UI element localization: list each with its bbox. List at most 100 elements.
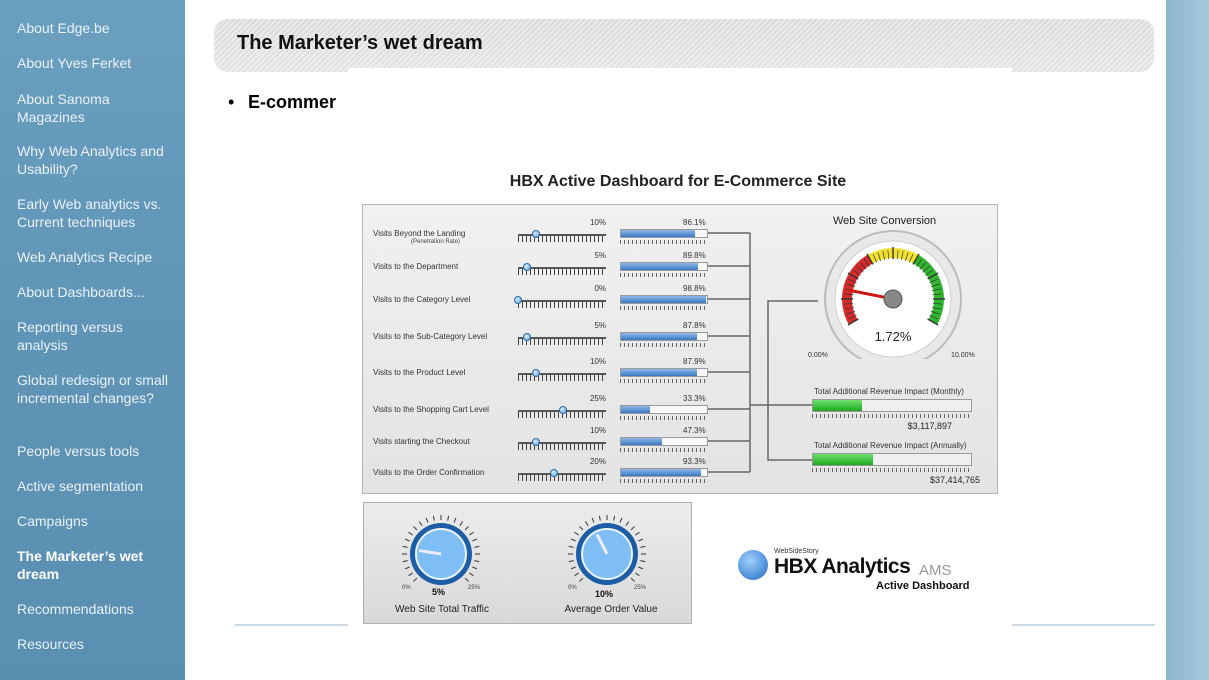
funnel-row-actual-pct: 33.3%: [683, 394, 706, 403]
funnel-row-slider-knob[interactable]: [549, 469, 558, 477]
sidebar-item-about-sanoma[interactable]: About Sanoma Magazines: [17, 91, 177, 126]
knob-tick: [574, 531, 580, 536]
funnel-row-bar-fill: [621, 469, 702, 476]
funnel-row-target-pct: 10%: [589, 426, 606, 435]
knob-tick: [591, 517, 595, 523]
revenue-monthly-fill: [813, 400, 862, 411]
knob-tick: [630, 577, 635, 582]
order-value-knob-max: 25%: [634, 585, 647, 591]
dashboard-title: HBX Active Dashboard for E-Commerce Site: [509, 173, 847, 190]
funnel-row-bar-fill: [621, 406, 650, 413]
order-value-knob-min: 0%: [568, 585, 577, 591]
sidebar-item-why-web-analytics[interactable]: Why Web Analytics and Usability?: [17, 143, 177, 178]
funnel-row-slider-knob[interactable]: [531, 438, 540, 446]
funnel-row-label: Visits to the Department: [373, 262, 459, 271]
slide-canvas: The Marketer’s wet dream • E-commer HBX …: [185, 0, 1166, 680]
sidebar-item-global-redesign[interactable]: Global redesign or small incremental cha…: [17, 372, 177, 407]
funnel-row-actual-pct: 86.1%: [683, 218, 706, 227]
knob-tick: [579, 577, 584, 582]
knob-tick: [402, 545, 408, 548]
funnel-row-target-pct: 0%: [594, 284, 606, 293]
funnel-row-target-pct: 10%: [589, 218, 606, 227]
knob-tick: [413, 577, 418, 582]
sidebar-item-resources[interactable]: Resources: [17, 636, 177, 654]
funnel-row-bar-fill: [621, 263, 699, 270]
knob-tick: [640, 545, 646, 548]
funnel-row-actual-pct: 98.8%: [683, 284, 706, 293]
sidebar-item-campaigns[interactable]: Campaigns: [17, 513, 177, 531]
funnel-row-label: Visits to the Shopping Cart Level: [373, 405, 489, 414]
knob-tick: [464, 577, 469, 582]
sidebar-item-reporting-vs-analysis[interactable]: Reporting versus analysis: [17, 319, 177, 354]
funnel-row-label: Visits starting the Checkout: [373, 437, 470, 446]
sidebar-item-early-web-analytics[interactable]: Early Web analytics vs. Current techniqu…: [17, 196, 177, 231]
bullet-marker: •: [228, 92, 235, 112]
funnel-row-slider-knob[interactable]: [514, 296, 522, 304]
sidebar-item-about-dashboards[interactable]: About Dashboards...: [17, 284, 177, 302]
funnel-row-slider-knob[interactable]: [558, 406, 567, 414]
funnel-row-bar: [620, 295, 708, 304]
knob-tick: [598, 515, 601, 521]
sidebar-item-recommendations[interactable]: Recommendations: [17, 601, 177, 619]
knob-tick: [459, 521, 464, 527]
funnel-row-bar: [620, 262, 708, 271]
funnel-row-target-pct: 5%: [594, 321, 606, 330]
funnel-row-bar: [620, 368, 708, 377]
hbx-logo-brand: HBX Analytics: [774, 555, 911, 578]
knob-tick: [447, 515, 450, 521]
revenue-annual-label: Total Additional Revenue Impact (Annuall…: [814, 441, 967, 450]
knob-tick: [468, 531, 474, 536]
funnel-row-actual-pct: 93.3%: [683, 457, 706, 466]
dashboard-image: HBX Active Dashboard for E-Commerce Site…: [348, 68, 1012, 638]
knob-tick: [613, 515, 616, 521]
funnel-row-slider-knob[interactable]: [531, 230, 540, 238]
knob-tick: [584, 521, 589, 527]
funnel-row-slider-knob[interactable]: [522, 263, 531, 271]
hbx-logo-icon: [738, 550, 768, 580]
funnel-row-slider-ticks: [518, 444, 606, 450]
funnel-row-slider-knob[interactable]: [522, 333, 531, 341]
knob-tick: [418, 521, 423, 527]
funnel-row-sublabel: (Penetration Rate): [411, 239, 461, 245]
sidebar-item-web-analytics-recipe[interactable]: Web Analytics Recipe: [17, 249, 177, 267]
funnel-row-slider-knob[interactable]: [531, 369, 540, 377]
funnel-row-slider-ticks: [518, 269, 606, 275]
hbx-logo-small-text: WebSideStory: [774, 548, 819, 555]
knob-tick: [468, 572, 474, 577]
funnel-row-bar-ticks: [620, 343, 708, 347]
funnel-row-target-pct: 25%: [589, 394, 606, 403]
funnel-row-slider-ticks: [518, 339, 606, 345]
knob-tick: [625, 521, 630, 527]
gauge-hub: [883, 289, 903, 309]
traffic-knob-value: 5%: [432, 587, 446, 597]
knob-tick: [638, 566, 644, 570]
knob-tick: [404, 538, 410, 542]
revenue-monthly-ticks: [812, 414, 972, 418]
revenue-annual-bar: [812, 453, 972, 466]
sidebar-item-about-edge[interactable]: About Edge.be: [17, 20, 177, 38]
sidebar-item-marketers-wet-dream[interactable]: The Marketer’s wet dream: [17, 548, 177, 583]
funnel-row-actual-pct: 47.3%: [683, 426, 706, 435]
funnel-row-label: Visits to the Category Level: [373, 295, 471, 304]
knob-tick: [579, 526, 584, 531]
funnel-row-bar-ticks: [620, 479, 708, 483]
knob-tick: [568, 560, 574, 563]
knob-tick: [472, 566, 478, 570]
funnel-row-bar-ticks: [620, 240, 708, 244]
knob-tick: [402, 560, 408, 563]
slide-title-bar: The Marketer’s wet dream: [214, 18, 1154, 72]
revenue-annual-ticks: [812, 468, 972, 472]
sidebar-item-about-yves-ferket[interactable]: About Yves Ferket: [17, 55, 177, 73]
funnel-row-label: Visits to the Sub-Category Level: [373, 332, 488, 341]
knob-tick: [570, 566, 576, 570]
sidebar-item-people-vs-tools[interactable]: People versus tools: [17, 443, 177, 461]
funnel-row-slider-ticks: [518, 236, 606, 242]
knob-tick: [619, 517, 623, 523]
funnel-row-bar: [620, 405, 708, 414]
knob-tick: [425, 517, 429, 523]
sidebar-item-active-segmentation[interactable]: Active segmentation: [17, 478, 177, 496]
order-value-knob-caption: Average Order Value: [564, 604, 658, 615]
knob-tick: [432, 515, 435, 521]
revenue-annual-fill: [813, 454, 874, 465]
revenue-annual-value: $37,414,765: [929, 475, 980, 485]
